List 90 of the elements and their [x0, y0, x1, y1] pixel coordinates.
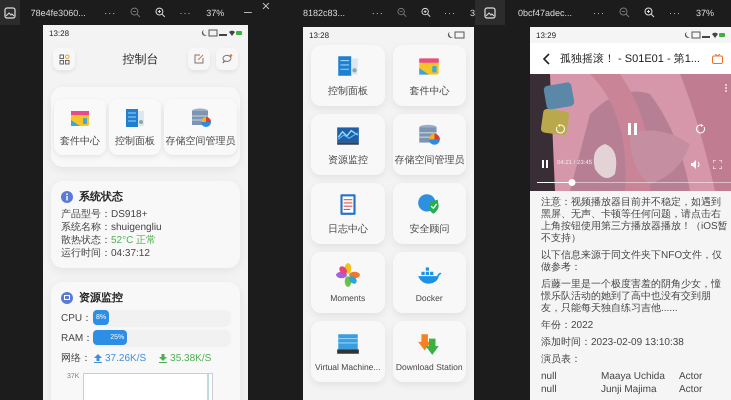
file-name: 0bcf47adec...: [518, 8, 574, 18]
app-tile[interactable]: 资源监控: [311, 114, 384, 175]
back-icon[interactable]: [542, 52, 550, 64]
app-tile[interactable]: 套件中心: [54, 99, 106, 155]
info-paragraph: 后藤一里是一个极度害羞的阴角少女，憧憬乐队活动的她到了高中也没有交到朋友，只能每天独自练习吉他......: [541, 279, 722, 315]
page-title: 控制台: [122, 50, 160, 68]
zoom-out-icon[interactable]: [619, 7, 630, 18]
zoom-level: 3: [470, 8, 475, 18]
table-cell: Actor: [679, 371, 702, 383]
app-tile[interactable]: 安全顾问: [392, 183, 466, 244]
more-button[interactable]: ···: [662, 8, 688, 18]
file-name: 78e4fe3060...: [30, 8, 87, 18]
app-tile[interactable]: 存储空间管理员: [164, 99, 237, 155]
grid-icon: [58, 54, 70, 64]
monitor-icon: [61, 292, 73, 304]
zoom-in-icon[interactable]: [154, 7, 166, 18]
status-time: 13:28: [309, 30, 330, 40]
app-tile[interactable]: 控制面板: [311, 45, 384, 106]
app-tile[interactable]: Docker: [392, 252, 466, 313]
field-label: 散热状态：: [61, 234, 111, 247]
minimize-icon[interactable]: [244, 12, 252, 14]
tv-icon[interactable]: [712, 54, 723, 64]
download-icon: [159, 354, 168, 362]
edit-button[interactable]: [188, 48, 210, 70]
chat-bubble-icon: [222, 54, 232, 64]
table-cell-text: Junji Majima: [601, 384, 658, 396]
app-tile[interactable]: Download Station: [392, 321, 466, 382]
app-tile[interactable]: 日志中心: [311, 183, 384, 244]
field-value: 52°C 正常: [111, 234, 156, 247]
info-paragraph: 以下信息来源于同文件夹下NFO文件，仅做参考：: [541, 250, 724, 274]
field-label: 运行时间：: [61, 247, 111, 260]
table-cell-text: Maaya Uchida: [601, 371, 666, 383]
zoom-in-icon[interactable]: [644, 7, 655, 18]
pause-icon[interactable]: [542, 160, 548, 168]
upload-speed: 37.26K/S: [105, 352, 146, 364]
table-cell-text: null: [541, 384, 558, 396]
close-icon[interactable]: [262, 2, 270, 10]
image-button[interactable]: [0, 0, 20, 25]
zoom-in-icon[interactable]: [420, 7, 431, 18]
forward-icon[interactable]: [696, 124, 706, 134]
status-time: 13:28: [49, 28, 70, 38]
image-button[interactable]: [475, 0, 505, 25]
zoom-out-icon[interactable]: [130, 7, 141, 18]
app-tile[interactable]: Moments: [311, 252, 384, 313]
table-cell: Actor: [679, 384, 702, 396]
field-label: 产品型号：: [61, 208, 111, 221]
zoom-out-icon[interactable]: [396, 7, 407, 18]
meter-label: CPU：: [61, 312, 93, 324]
field-value: 04:37:12: [111, 247, 150, 260]
image-icon: [4, 6, 16, 18]
download-speed: 35.38K/S: [170, 352, 212, 364]
app-tile[interactable]: Virtual Machine...: [311, 321, 384, 382]
more-button[interactable]: ···: [438, 8, 462, 18]
file-name: 8182c83...: [303, 8, 346, 18]
upload-icon: [94, 354, 102, 362]
meter-label: RAM：: [61, 332, 93, 344]
replay-icon[interactable]: [555, 124, 565, 134]
app-tile[interactable]: 控制面板: [109, 99, 161, 155]
flower-icon: [334, 262, 361, 288]
apps-button[interactable]: [53, 48, 75, 70]
field-value: shuigengliu: [111, 221, 162, 234]
more-button[interactable]: ···: [98, 8, 124, 18]
info-paragraph: 注意：视频播放器目前并不稳定，如遇到黑屏、无声、卡顿等任何问题，请点击右上角按钮使用第三方播放器播放！（iOS暂不支持）: [541, 197, 729, 245]
network-label: 网络：: [61, 352, 91, 365]
more-button[interactable]: ···: [586, 8, 612, 18]
panel-icon: [123, 106, 147, 130]
info-paragraph: 年份：2022: [541, 320, 594, 332]
field-value: DS918+: [111, 208, 148, 221]
volume-icon[interactable]: [691, 160, 701, 169]
card-title: 资源监控: [79, 290, 123, 305]
field-label: 系统名称：: [61, 221, 111, 234]
edit-icon: [194, 54, 204, 64]
image-icon: [484, 6, 496, 18]
info-paragraph: 添加时间：2023-02-09 13:10:38: [541, 337, 685, 349]
message-button[interactable]: [216, 48, 238, 70]
zoom-level: 37%: [696, 8, 714, 18]
status-time: 13:29: [536, 30, 556, 40]
info-icon: [61, 190, 73, 202]
more-button[interactable]: ···: [366, 8, 390, 18]
app-tile[interactable]: 存储空间管理员: [392, 114, 466, 175]
more-button[interactable]: ···: [172, 8, 198, 18]
cast-heading: 演员表：: [541, 354, 582, 366]
status-icons-drawing: [683, 31, 725, 39]
video-title: 孤独摇滚！ - S01E01 - 第1...: [560, 52, 701, 66]
fullscreen-icon[interactable]: [713, 160, 722, 169]
zoom-level: 37%: [206, 8, 224, 18]
status-icons-drawing: [200, 29, 242, 37]
table-cell-text: null: [541, 371, 558, 383]
app-tile[interactable]: 套件中心: [392, 45, 466, 106]
card-title: 系统状态: [79, 190, 123, 204]
